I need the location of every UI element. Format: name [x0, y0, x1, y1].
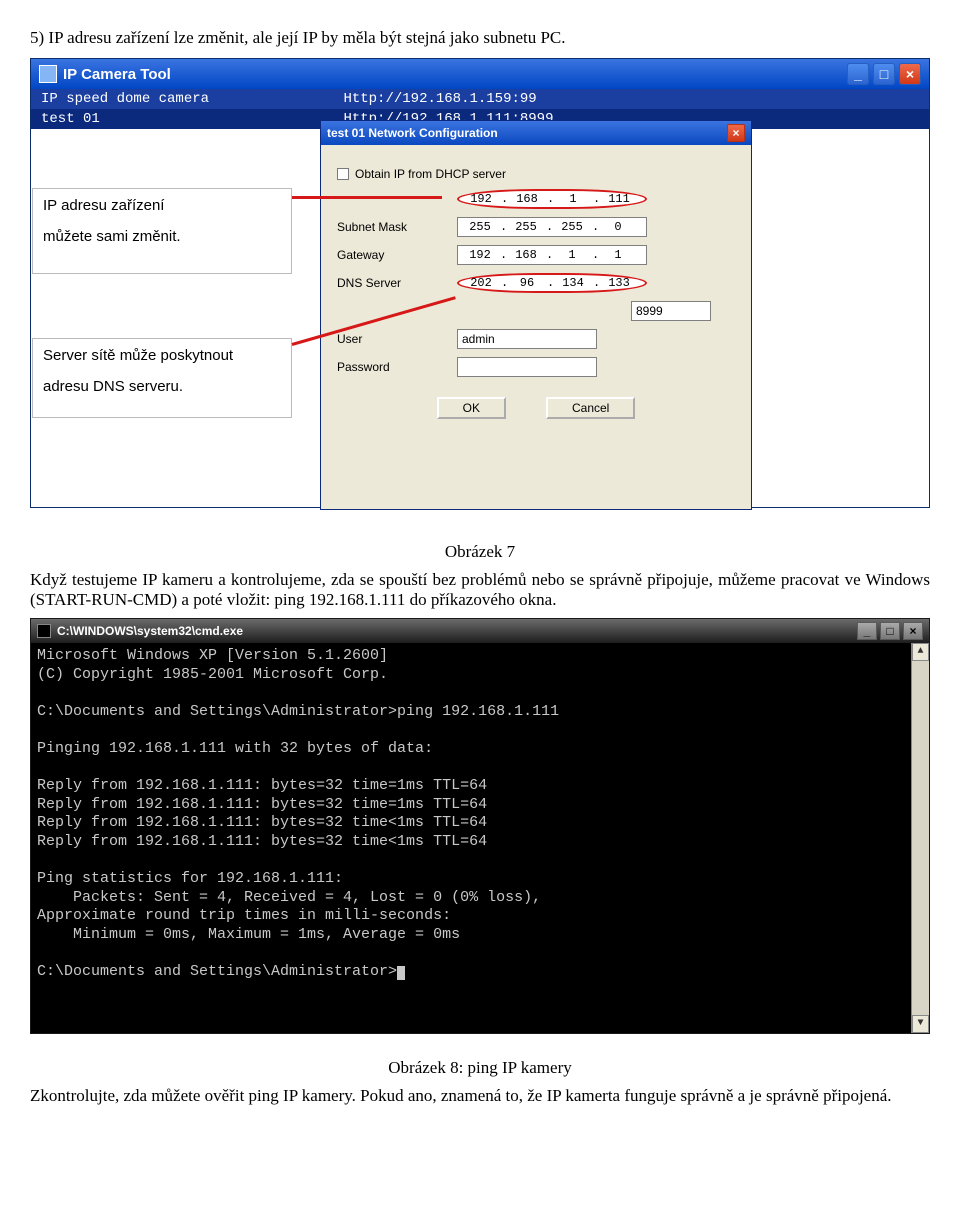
- ok-button[interactable]: OK: [437, 397, 506, 419]
- subnet-input[interactable]: 255. 255. 255. 0: [457, 217, 647, 237]
- scrollbar[interactable]: ▲ ▼: [911, 643, 929, 1033]
- password-label: Password: [337, 360, 457, 374]
- dhcp-label: Obtain IP from DHCP server: [355, 167, 506, 181]
- dialog-title: test 01 Network Configuration: [327, 126, 498, 140]
- dns-input[interactable]: 202. 96. 134. 133: [457, 273, 647, 293]
- cmd-title: C:\WINDOWS\system32\cmd.exe: [57, 624, 243, 638]
- dialog-close-button[interactable]: ×: [727, 124, 745, 142]
- ipcamera-titlebar[interactable]: IP Camera Tool _ □ ×: [31, 59, 929, 89]
- gateway-label: Gateway: [337, 248, 457, 262]
- device-url: Http://192.168.1.159:99: [343, 91, 536, 107]
- cmd-output[interactable]: Microsoft Windows XP [Version 5.1.2600] …: [31, 643, 929, 1033]
- cmd-icon: [37, 624, 51, 638]
- dhcp-row: Obtain IP from DHCP server: [337, 167, 735, 181]
- para-intro: 5) IP adresu zařízení lze změnit, ale je…: [30, 28, 930, 48]
- annotation-dns: Server sítě může poskytnout adresu DNS s…: [32, 338, 292, 418]
- network-config-dialog: test 01 Network Configuration × Obtain I…: [320, 120, 752, 510]
- close-button[interactable]: ×: [899, 63, 921, 85]
- gateway-input[interactable]: 192. 168. 1. 1: [457, 245, 647, 265]
- caption-figure-7: Obrázek 7: [30, 542, 930, 562]
- para-conclusion: Zkontrolujte, zda můžete ověřit ping IP …: [30, 1086, 930, 1106]
- para-ping-instruction: Když testujeme IP kameru a kontrolujeme,…: [30, 570, 930, 610]
- app-title: IP Camera Tool: [63, 66, 171, 83]
- password-input[interactable]: [457, 357, 597, 377]
- cursor-icon: [397, 966, 405, 980]
- subnet-label: Subnet Mask: [337, 220, 457, 234]
- dns-label: DNS Server: [337, 276, 457, 290]
- dhcp-checkbox[interactable]: [337, 168, 349, 180]
- device-name: test 01: [41, 111, 100, 127]
- close-button[interactable]: ×: [903, 622, 923, 640]
- scroll-up-icon[interactable]: ▲: [912, 643, 929, 661]
- annotation-ip: IP adresu zařízení můžete sami změnit.: [32, 188, 292, 274]
- dialog-titlebar[interactable]: test 01 Network Configuration ×: [321, 121, 751, 145]
- device-row-1[interactable]: IP speed dome camera Http://192.168.1.15…: [31, 89, 929, 109]
- cancel-button[interactable]: Cancel: [546, 397, 635, 419]
- cmd-titlebar[interactable]: C:\WINDOWS\system32\cmd.exe _ □ ×: [31, 619, 929, 643]
- ip-address-input[interactable]: 192. 168. 1. 111: [457, 189, 647, 209]
- user-label: User: [337, 332, 457, 346]
- minimize-button[interactable]: _: [847, 63, 869, 85]
- port-input[interactable]: 8999: [631, 301, 711, 321]
- figure-ipcamera: IP Camera Tool _ □ × IP speed dome camer…: [30, 58, 930, 518]
- user-input[interactable]: admin: [457, 329, 597, 349]
- minimize-button[interactable]: _: [857, 622, 877, 640]
- scroll-down-icon[interactable]: ▼: [912, 1015, 929, 1033]
- maximize-button[interactable]: □: [880, 622, 900, 640]
- red-pointer-line-1: [292, 196, 442, 199]
- figure-cmd: C:\WINDOWS\system32\cmd.exe _ □ × Micros…: [30, 618, 930, 1034]
- maximize-button[interactable]: □: [873, 63, 895, 85]
- device-name: IP speed dome camera: [41, 91, 209, 107]
- caption-figure-8: Obrázek 8: ping IP kamery: [30, 1058, 930, 1078]
- app-icon: [39, 65, 57, 83]
